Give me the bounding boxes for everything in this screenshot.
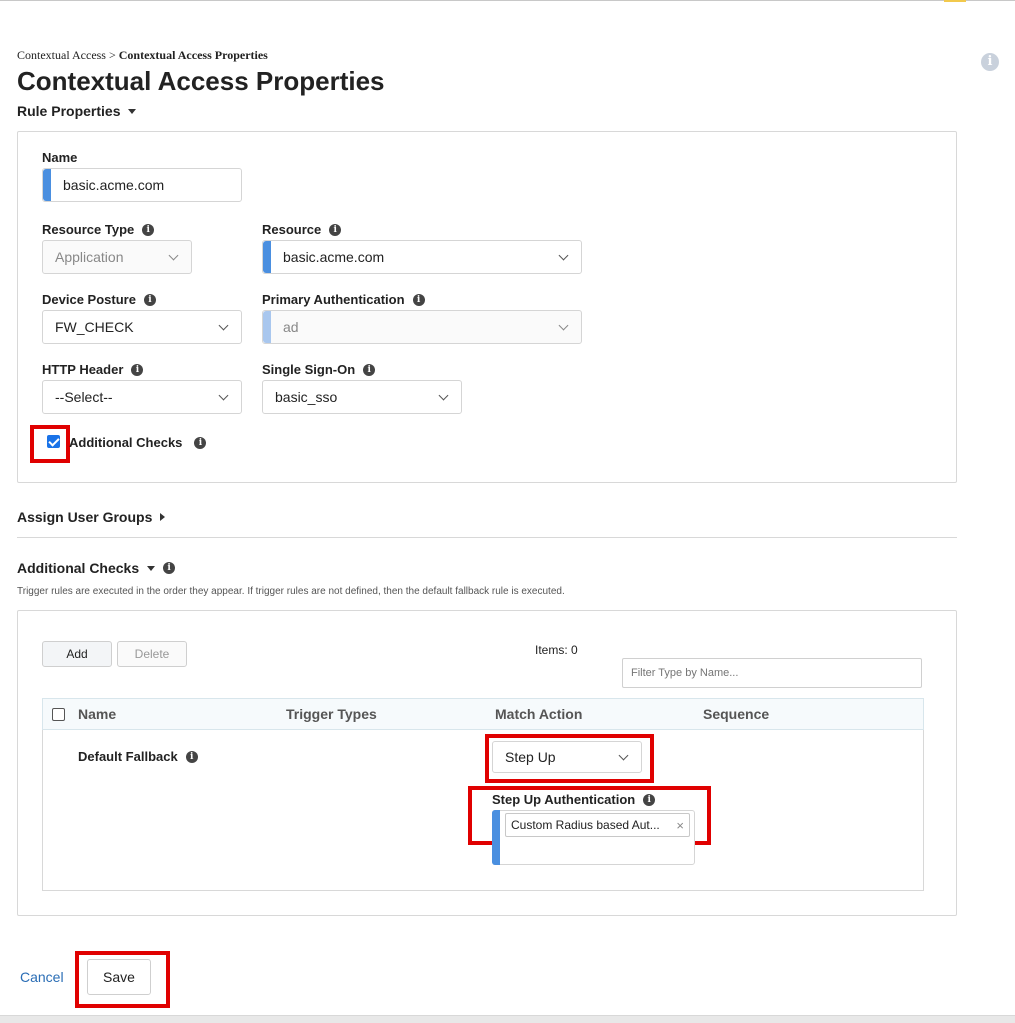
info-icon[interactable]: i	[143, 293, 156, 306]
info-icon[interactable]: i	[329, 223, 342, 236]
device-posture-select[interactable]: FW_CHECK	[42, 310, 242, 344]
resource-value: basic.acme.com	[283, 249, 385, 265]
device-posture-value: FW_CHECK	[55, 319, 134, 335]
primary-authentication-value: ad	[283, 319, 299, 335]
items-count: Items: 0	[535, 643, 578, 657]
resource-type-value: Application	[55, 249, 124, 265]
additional-checks-header[interactable]: Additional Checks i	[17, 560, 176, 576]
divider	[17, 537, 957, 538]
additional-checks-label: Additional Checks i	[69, 435, 207, 450]
step-up-authentication-label: Step Up Authentication i	[492, 792, 656, 807]
chevron-down-icon	[558, 250, 569, 260]
table-header	[42, 698, 924, 730]
default-fallback-label: Default Fallback i	[78, 749, 198, 764]
chevron-down-icon	[218, 320, 229, 330]
resource-type-label: Resource Type i	[42, 222, 155, 237]
chevron-down-icon	[218, 390, 229, 400]
http-header-select[interactable]: --Select--	[42, 380, 242, 414]
match-action-select[interactable]: Step Up	[492, 741, 642, 773]
chevron-down-icon	[168, 250, 179, 260]
bottom-bar	[0, 1015, 1015, 1023]
info-icon[interactable]: i	[142, 223, 155, 236]
info-icon[interactable]: i	[185, 750, 198, 763]
info-icon[interactable]: i	[163, 562, 176, 574]
column-header-trigger-types[interactable]: Trigger Types	[286, 706, 377, 722]
breadcrumb-parent[interactable]: Contextual Access	[17, 48, 106, 62]
rule-properties-header[interactable]: Rule Properties	[17, 103, 137, 119]
required-indicator	[263, 311, 271, 343]
column-header-sequence[interactable]: Sequence	[703, 706, 769, 722]
additional-checks-title: Additional Checks	[17, 560, 140, 576]
caret-right-icon	[160, 513, 166, 521]
remove-tag-icon[interactable]: ×	[676, 818, 684, 833]
assign-user-groups-header[interactable]: Assign User Groups	[17, 509, 166, 525]
cancel-link[interactable]: Cancel	[20, 969, 64, 985]
primary-authentication-label: Primary Authentication i	[262, 292, 425, 307]
chevron-down-icon	[558, 320, 569, 330]
assign-user-groups-title: Assign User Groups	[17, 509, 153, 525]
additional-checks-help: Trigger rules are executed in the order …	[17, 586, 565, 597]
single-sign-on-value: basic_sso	[275, 389, 338, 405]
name-field[interactable]: basic.acme.com	[42, 168, 242, 202]
info-icon[interactable]: i	[643, 793, 656, 806]
resource-label: Resource i	[262, 222, 342, 237]
info-icon[interactable]: i	[194, 436, 207, 449]
match-action-value: Step Up	[505, 749, 556, 765]
caret-down-icon	[147, 565, 156, 571]
device-posture-label: Device Posture i	[42, 292, 156, 307]
info-icon[interactable]: i	[363, 363, 376, 376]
name-value: basic.acme.com	[63, 177, 165, 193]
resource-type-select: Application	[42, 240, 192, 274]
name-label: Name	[42, 150, 78, 165]
rule-properties-title: Rule Properties	[17, 103, 121, 119]
single-sign-on-select[interactable]: basic_sso	[262, 380, 462, 414]
breadcrumb-separator: >	[105, 48, 119, 62]
resource-select[interactable]: basic.acme.com	[262, 240, 582, 274]
chevron-down-icon	[618, 750, 629, 760]
save-button[interactable]: Save	[87, 959, 151, 995]
required-indicator	[263, 241, 271, 273]
primary-authentication-select: ad	[262, 310, 582, 344]
page-title: Contextual Access Properties	[17, 66, 385, 96]
filter-input[interactable]	[622, 658, 922, 688]
add-button[interactable]: Add	[42, 641, 112, 667]
required-indicator	[43, 169, 51, 201]
help-info-icon[interactable]: i	[981, 53, 999, 71]
info-icon[interactable]: i	[131, 363, 144, 376]
breadcrumb: Contextual Access > Contextual Access Pr…	[17, 48, 268, 63]
delete-button[interactable]: Delete	[117, 641, 187, 667]
column-header-match-action[interactable]: Match Action	[495, 706, 582, 722]
info-icon[interactable]: i	[412, 293, 425, 306]
http-header-value: --Select--	[55, 389, 113, 405]
chevron-down-icon	[438, 390, 449, 400]
step-up-tag-label: Custom Radius based Aut...	[511, 818, 660, 832]
single-sign-on-label: Single Sign-On i	[262, 362, 376, 377]
additional-checks-checkbox[interactable]	[47, 435, 60, 448]
column-header-name[interactable]: Name	[78, 706, 116, 722]
required-indicator	[492, 810, 500, 865]
http-header-label: HTTP Header i	[42, 362, 144, 377]
top-accent	[944, 0, 966, 2]
top-border	[0, 0, 1015, 2]
breadcrumb-current: Contextual Access Properties	[118, 48, 268, 62]
step-up-tag: Custom Radius based Aut... ×	[505, 813, 690, 837]
select-all-checkbox[interactable]	[52, 708, 65, 721]
caret-down-icon	[128, 108, 137, 114]
